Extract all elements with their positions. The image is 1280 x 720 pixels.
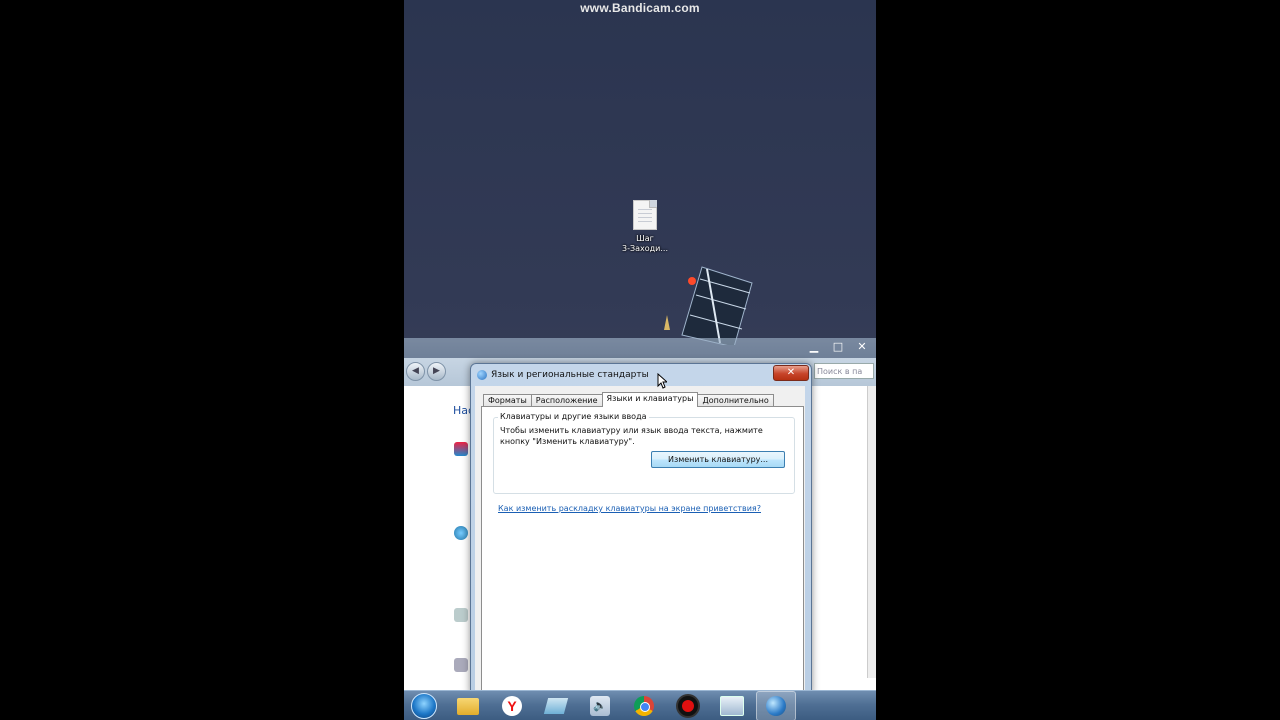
keyboards-group: Клавиатуры и другие языки ввода Чтобы из… bbox=[493, 412, 795, 494]
device-icon bbox=[454, 608, 468, 622]
dialog-close-button[interactable]: ✕ bbox=[773, 365, 809, 381]
close-button[interactable]: ✕ bbox=[852, 340, 872, 353]
globe-icon bbox=[454, 526, 468, 540]
start-button[interactable] bbox=[404, 692, 444, 720]
speaker-icon: 🔈 bbox=[590, 696, 610, 716]
tab-keyboards-languages[interactable]: Языки и клавиатуры bbox=[601, 392, 699, 407]
desktop-file-icon[interactable]: Шаг 3-Заходи... bbox=[614, 200, 676, 254]
taskbar-bandicam[interactable] bbox=[668, 692, 708, 720]
chrome-icon bbox=[634, 696, 654, 716]
control-panel-icon bbox=[720, 696, 744, 716]
desktop-screen: www.Bandicam.com Шаг 3-Заходи... ▁ □ ✕ ◀… bbox=[404, 0, 876, 720]
window-caption-buttons: ▁ □ ✕ bbox=[804, 340, 872, 353]
region-language-dialog: Язык и региональные стандарты ✕ Форматы … bbox=[470, 363, 812, 695]
taskbar: Y 🔈 bbox=[404, 690, 876, 720]
taskbar-region-settings[interactable] bbox=[756, 691, 796, 720]
scrollbar[interactable] bbox=[867, 386, 876, 678]
mouse-cursor-icon bbox=[657, 373, 667, 389]
back-arrow-icon[interactable]: ◀ bbox=[406, 362, 425, 381]
yandex-icon: Y bbox=[502, 696, 522, 716]
windows-start-icon bbox=[411, 693, 437, 719]
search-input[interactable]: Поиск в па bbox=[814, 363, 874, 379]
dialog-title: Язык и региональные стандарты bbox=[491, 370, 649, 380]
region-globe-icon bbox=[766, 696, 786, 716]
desktop-file-label: Шаг 3-Заходи... bbox=[622, 234, 668, 253]
tab-panel: Клавиатуры и другие языки ввода Чтобы из… bbox=[481, 406, 804, 692]
forward-arrow-icon[interactable]: ▶ bbox=[427, 362, 446, 381]
dialog-titlebar[interactable]: Язык и региональные стандарты bbox=[477, 368, 649, 382]
taskbar-explorer[interactable] bbox=[448, 692, 488, 720]
group-title: Клавиатуры и другие языки ввода bbox=[498, 412, 649, 421]
wallpaper-tower-graphic bbox=[664, 266, 753, 345]
folder-icon bbox=[457, 697, 479, 715]
group-description: Чтобы изменить клавиатуру или язык ввода… bbox=[500, 426, 763, 446]
globe-icon bbox=[477, 370, 487, 380]
program-icon bbox=[454, 658, 468, 672]
bandicam-watermark: www.Bandicam.com bbox=[580, 1, 700, 15]
welcome-screen-layout-link[interactable]: Как изменить раскладку клавиатуры на экр… bbox=[498, 504, 761, 513]
document-icon bbox=[633, 200, 657, 230]
dialog-client-area: Форматы Расположение Языки и клавиатуры … bbox=[475, 386, 805, 692]
maximize-button[interactable]: □ bbox=[828, 340, 848, 353]
record-icon bbox=[676, 694, 700, 718]
minimize-button[interactable]: ▁ bbox=[804, 340, 824, 353]
taskbar-yandex[interactable]: Y bbox=[492, 692, 532, 720]
notes-icon bbox=[543, 698, 569, 714]
taskbar-control-panel[interactable] bbox=[712, 692, 752, 720]
taskbar-volume[interactable]: 🔈 bbox=[580, 692, 620, 720]
nav-buttons: ◀ ▶ bbox=[406, 362, 446, 381]
taskbar-notes[interactable] bbox=[536, 692, 576, 720]
dialog-tabs: Форматы Расположение Языки и клавиатуры … bbox=[483, 392, 774, 407]
change-keyboard-button[interactable]: Изменить клавиатуру... bbox=[651, 451, 785, 468]
shield-icon bbox=[454, 442, 468, 456]
taskbar-chrome[interactable] bbox=[624, 692, 664, 720]
